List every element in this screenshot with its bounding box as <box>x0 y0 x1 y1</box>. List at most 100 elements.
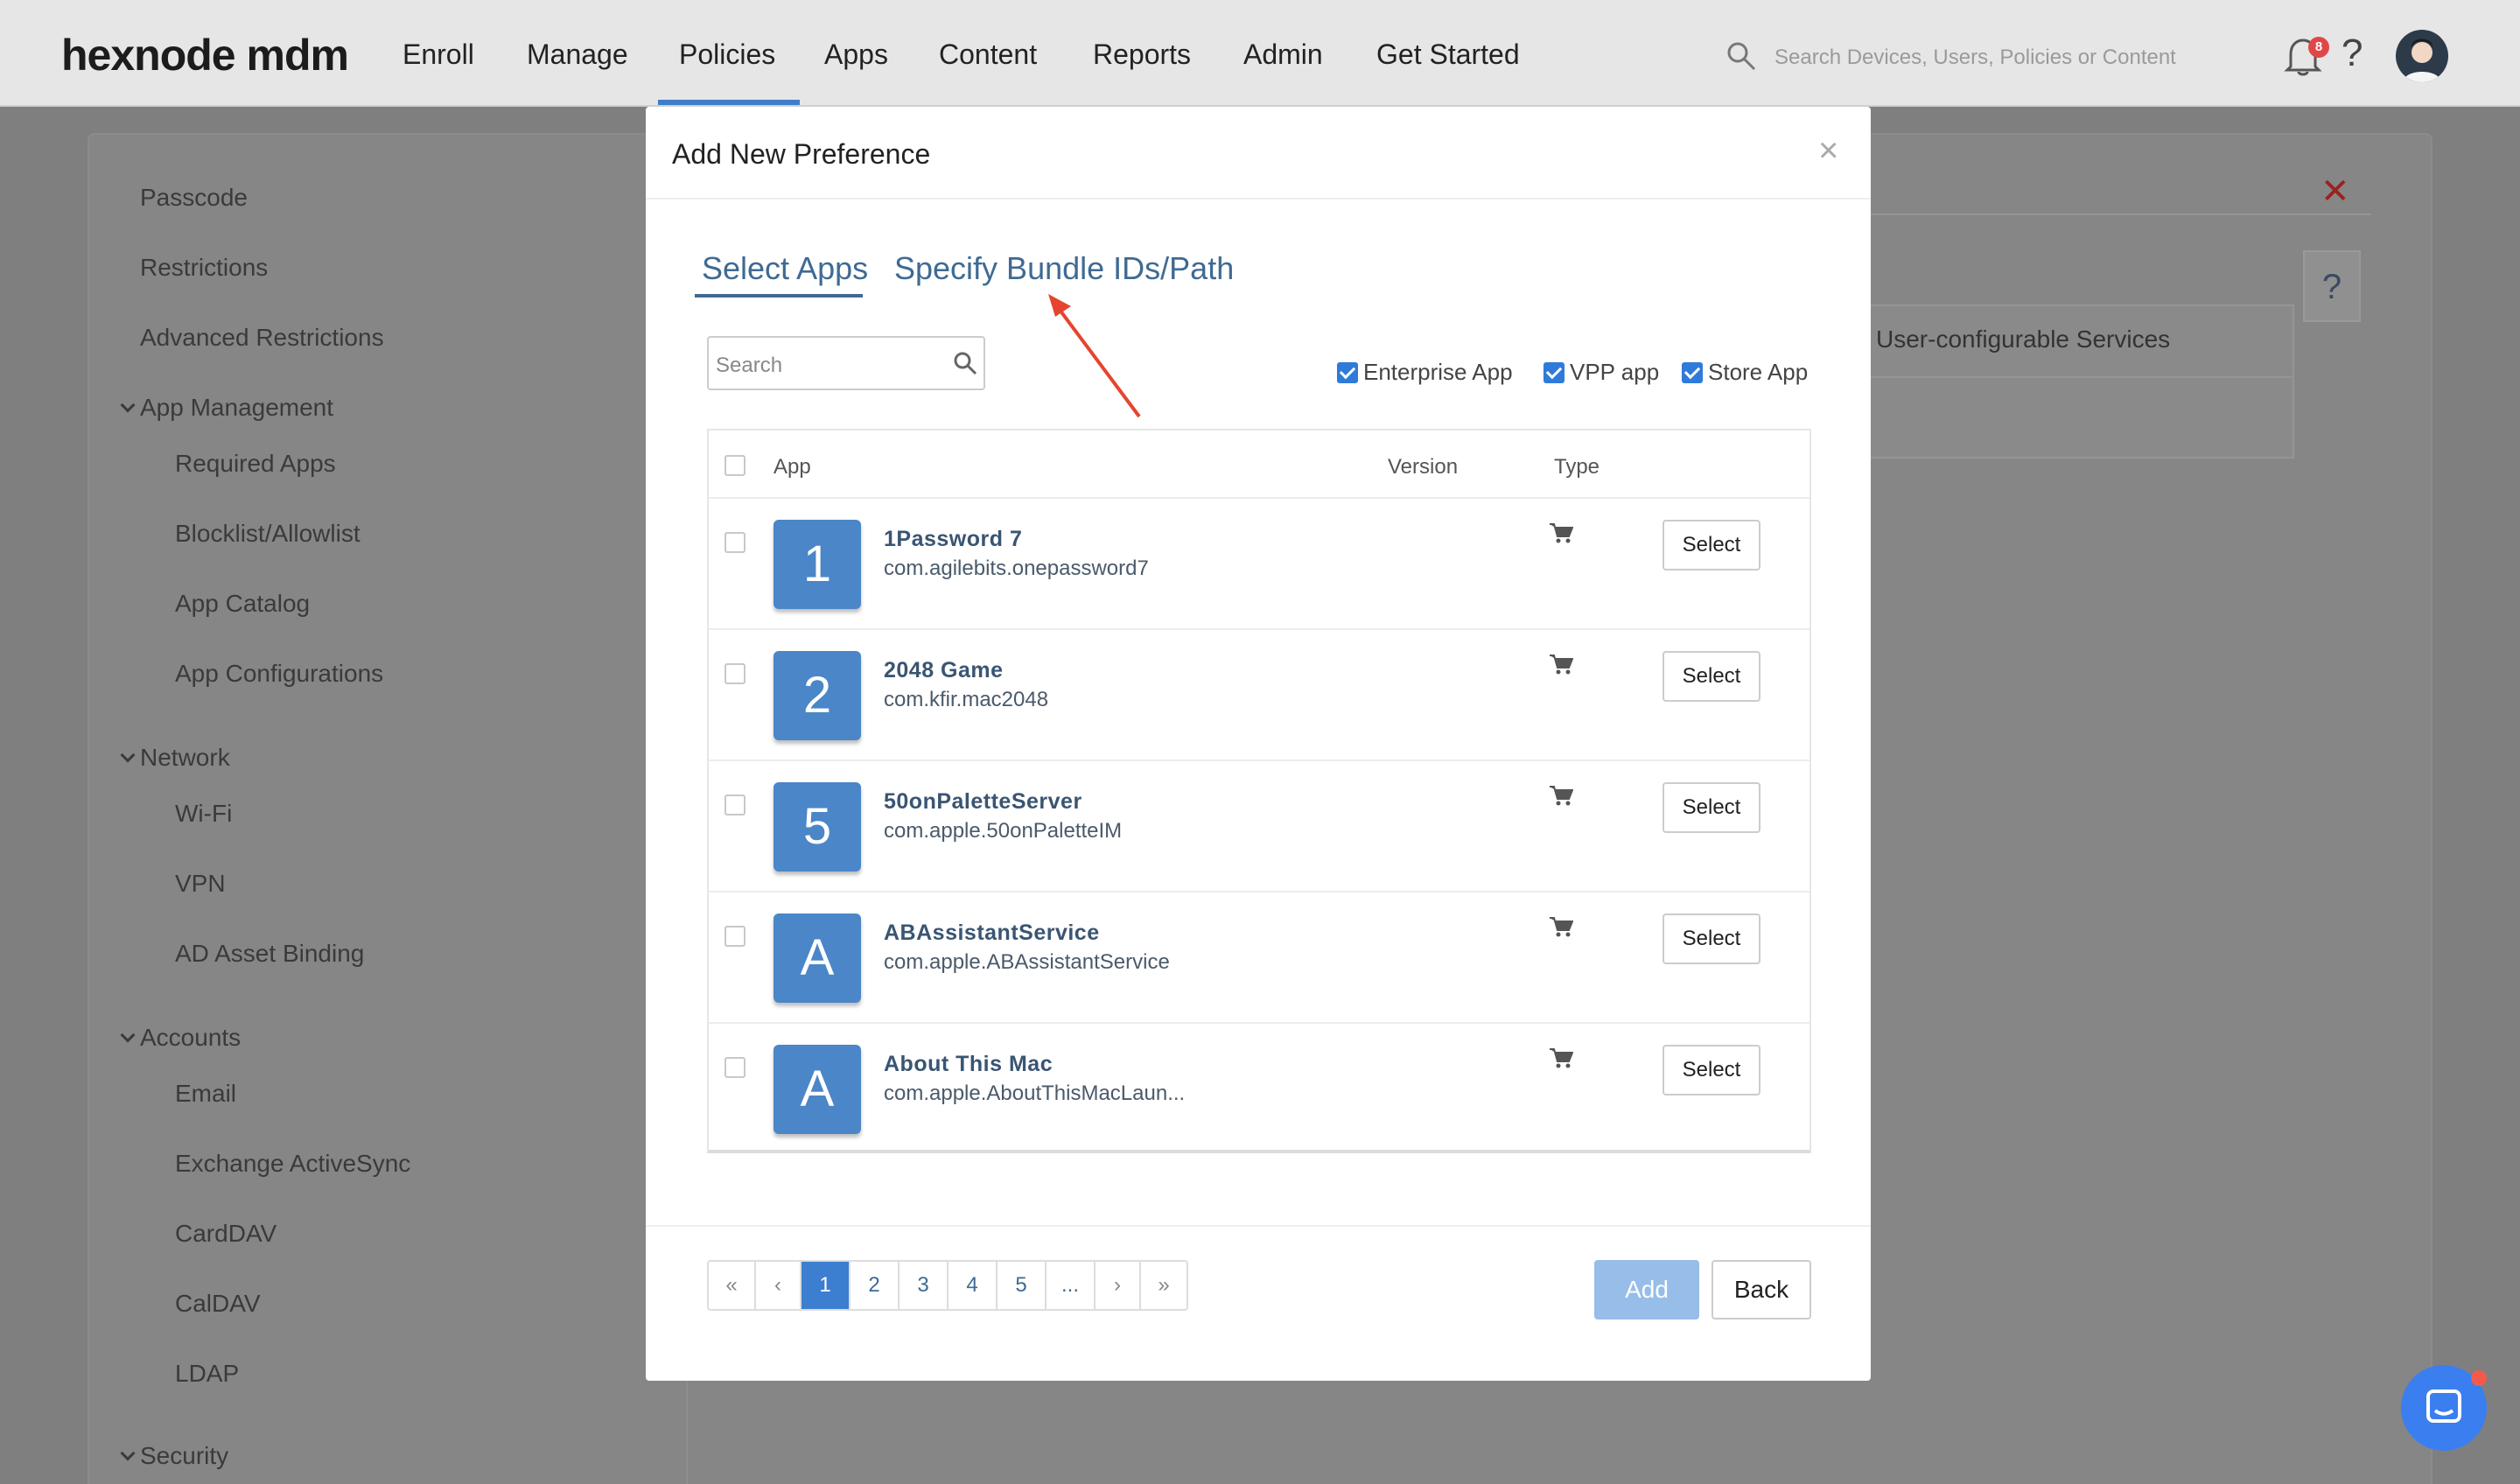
app-bundle-id: com.apple.AboutThisMacLaun... <box>884 1082 1186 1105</box>
nav-get-started[interactable]: Get Started <box>1376 38 1520 71</box>
user-avatar[interactable] <box>2396 30 2448 82</box>
top-navigation: hexnode mdm Enroll Manage Policies Apps … <box>0 0 2520 107</box>
nav-admin[interactable]: Admin <box>1243 38 1323 71</box>
modal-title: Add New Preference <box>672 138 931 170</box>
nav-policies[interactable]: Policies <box>679 38 775 71</box>
logo[interactable]: hexnode mdm <box>61 30 349 80</box>
page-5[interactable]: 5 <box>998 1262 1046 1309</box>
divider <box>1864 376 2294 378</box>
chevron-down-icon <box>120 747 136 763</box>
chevron-down-icon <box>120 397 136 413</box>
filter-store-app[interactable]: Store App <box>1682 359 1808 386</box>
page-next[interactable]: › <box>1096 1262 1141 1309</box>
page-4[interactable]: 4 <box>948 1262 998 1309</box>
sidebar-item-required-apps[interactable]: Required Apps <box>175 450 336 478</box>
app-icon: A <box>774 1045 861 1134</box>
search-icon[interactable] <box>952 350 978 376</box>
column-header-type: Type <box>1554 455 1600 479</box>
divider <box>709 1022 1810 1024</box>
app-name: 2048 Game <box>884 658 1004 682</box>
nav-reports[interactable]: Reports <box>1093 38 1191 71</box>
sidebar-item-carddav[interactable]: CardDAV <box>175 1220 276 1248</box>
app-bundle-id: com.kfir.mac2048 <box>884 688 1049 711</box>
filter-enterprise-app[interactable]: Enterprise App <box>1337 359 1513 386</box>
sidebar-item-restrictions[interactable]: Restrictions <box>140 254 268 282</box>
select-button[interactable]: Select <box>1662 1045 1760 1096</box>
nav-enroll[interactable]: Enroll <box>402 38 474 71</box>
cart-icon <box>1550 654 1573 675</box>
page-last[interactable]: » <box>1141 1262 1186 1309</box>
page-first[interactable]: « <box>709 1262 756 1309</box>
page-ellipsis[interactable]: ... <box>1046 1262 1096 1309</box>
global-search-input[interactable]: Search Devices, Users, Policies or Conte… <box>1774 46 2176 70</box>
sidebar-item-advanced-restrictions[interactable]: Advanced Restrictions <box>140 324 384 352</box>
nav-manage[interactable]: Manage <box>527 38 628 71</box>
chat-unread-dot <box>2471 1370 2487 1386</box>
app-search-input[interactable]: Search <box>707 336 985 390</box>
add-button[interactable]: Add <box>1594 1260 1699 1320</box>
divider <box>646 198 1871 200</box>
cart-icon <box>1550 786 1573 806</box>
sidebar-item-blocklist-allowlist[interactable]: Blocklist/Allowlist <box>175 520 360 548</box>
column-header-app: App <box>774 455 811 479</box>
divider <box>646 1225 1871 1227</box>
filter-label: VPP app <box>1570 359 1660 385</box>
sidebar-group-network[interactable]: Network <box>120 744 230 772</box>
nav-content[interactable]: Content <box>939 38 1037 71</box>
nav-apps[interactable]: Apps <box>824 38 888 71</box>
sidebar-item-ldap[interactable]: LDAP <box>175 1360 239 1388</box>
sidebar-item-app-catalog[interactable]: App Catalog <box>175 590 310 618</box>
search-placeholder: Search <box>716 354 783 377</box>
sidebar-item-app-configurations[interactable]: App Configurations <box>175 660 383 688</box>
close-icon[interactable]: × <box>1818 131 1838 171</box>
select-button[interactable]: Select <box>1662 520 1760 570</box>
help-icon[interactable]: ? <box>2342 32 2362 75</box>
sidebar-group-app-management[interactable]: App Management <box>120 394 334 422</box>
app-icon: 1 <box>774 520 861 609</box>
checkbox-checked-icon[interactable] <box>1682 362 1703 383</box>
sidebar-item-email[interactable]: Email <box>175 1080 236 1108</box>
row-checkbox[interactable] <box>724 926 746 947</box>
help-button[interactable]: ? <box>2303 250 2361 322</box>
tab-select-apps[interactable]: Select Apps <box>702 250 868 287</box>
pagination: « ‹ 1 2 3 4 5 ... › » <box>707 1260 1188 1311</box>
sidebar-group-label: Network <box>140 744 230 771</box>
row-checkbox[interactable] <box>724 794 746 816</box>
app-icon: 2 <box>774 651 861 740</box>
app-name: 50onPaletteServer <box>884 789 1082 814</box>
select-button[interactable]: Select <box>1662 782 1760 833</box>
app-name: 1Password 7 <box>884 527 1023 551</box>
filter-vpp-app[interactable]: VPP app <box>1544 359 1659 386</box>
remove-icon[interactable]: ✕ <box>2320 172 2350 212</box>
app-bundle-id: com.apple.ABAssistantService <box>884 950 1170 974</box>
add-preference-modal: Add New Preference × Select Apps Specify… <box>646 107 1871 1381</box>
notification-badge: 8 <box>2308 37 2329 58</box>
select-button[interactable]: Select <box>1662 651 1760 702</box>
sidebar-item-ad-asset-binding[interactable]: AD Asset Binding <box>175 940 364 968</box>
page-prev[interactable]: ‹ <box>756 1262 802 1309</box>
app-icon: A <box>774 914 861 1003</box>
sidebar-group-label: App Management <box>140 394 334 421</box>
sidebar-item-exchange-activesync[interactable]: Exchange ActiveSync <box>175 1150 410 1178</box>
page-2[interactable]: 2 <box>850 1262 900 1309</box>
search-icon[interactable] <box>1726 40 1757 72</box>
checkbox-checked-icon[interactable] <box>1337 362 1358 383</box>
select-button[interactable]: Select <box>1662 914 1760 964</box>
row-checkbox[interactable] <box>724 663 746 684</box>
page-3[interactable]: 3 <box>900 1262 948 1309</box>
chevron-down-icon <box>120 1446 136 1461</box>
sidebar-item-wifi[interactable]: Wi-Fi <box>175 800 232 828</box>
sidebar-item-passcode[interactable]: Passcode <box>140 184 248 212</box>
row-checkbox[interactable] <box>724 532 746 553</box>
back-button[interactable]: Back <box>1712 1260 1811 1320</box>
page-1[interactable]: 1 <box>802 1262 850 1309</box>
row-checkbox[interactable] <box>724 1057 746 1078</box>
cart-icon <box>1550 917 1573 937</box>
select-all-checkbox[interactable] <box>724 455 746 476</box>
checkbox-checked-icon[interactable] <box>1544 362 1564 383</box>
sidebar-item-vpn[interactable]: VPN <box>175 870 226 898</box>
sidebar-group-accounts[interactable]: Accounts <box>120 1024 241 1052</box>
tab-specify-bundle-ids[interactable]: Specify Bundle IDs/Path <box>894 250 1234 287</box>
sidebar-item-caldav[interactable]: CalDAV <box>175 1290 261 1318</box>
sidebar-group-security[interactable]: Security <box>120 1442 228 1470</box>
